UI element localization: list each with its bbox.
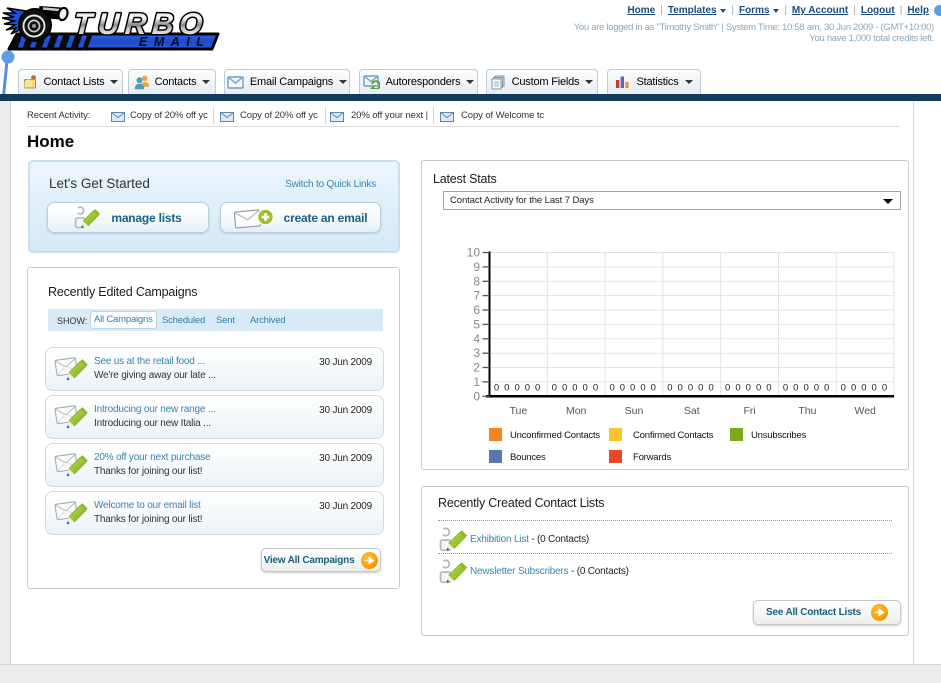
svg-text:0: 0: [535, 383, 540, 394]
svg-text:0: 0: [756, 383, 761, 394]
svg-text:Wed: Wed: [854, 405, 876, 417]
svg-text:Mon: Mon: [566, 405, 587, 417]
svg-text:0: 0: [851, 383, 856, 394]
svg-text:0: 0: [814, 383, 819, 394]
svg-text:0: 0: [494, 383, 499, 394]
svg-text:0: 0: [504, 383, 509, 394]
svg-text:0: 0: [640, 383, 645, 394]
svg-text:0: 0: [841, 383, 846, 394]
svg-text:Tue: Tue: [510, 405, 528, 417]
svg-text:5: 5: [473, 317, 480, 331]
svg-text:0: 0: [667, 383, 672, 394]
svg-text:Thu: Thu: [798, 405, 816, 417]
svg-text:6: 6: [473, 303, 480, 317]
svg-text:10: 10: [467, 246, 481, 260]
svg-text:0: 0: [688, 383, 693, 394]
svg-text:0: 0: [861, 383, 866, 394]
svg-text:0: 0: [698, 383, 703, 394]
svg-text:0: 0: [473, 389, 480, 403]
svg-text:0: 0: [525, 383, 530, 394]
svg-text:0: 0: [872, 383, 877, 394]
svg-text:2: 2: [473, 361, 480, 375]
svg-text:0: 0: [678, 383, 683, 394]
svg-text:4: 4: [473, 332, 480, 346]
svg-text:0: 0: [746, 383, 751, 394]
svg-text:0: 0: [514, 383, 519, 394]
svg-text:Fri: Fri: [743, 405, 755, 417]
svg-text:0: 0: [630, 383, 635, 394]
svg-text:0: 0: [735, 383, 740, 394]
svg-text:0: 0: [725, 383, 730, 394]
svg-text:0: 0: [620, 383, 625, 394]
svg-text:0: 0: [824, 383, 829, 394]
svg-text:1: 1: [473, 375, 480, 389]
svg-text:0: 0: [572, 383, 577, 394]
svg-text:Sat: Sat: [684, 405, 700, 417]
svg-text:0: 0: [583, 383, 588, 394]
svg-text:Sun: Sun: [625, 405, 644, 417]
svg-text:0: 0: [793, 383, 798, 394]
svg-text:0: 0: [803, 383, 808, 394]
svg-text:3: 3: [473, 346, 480, 360]
svg-text:0: 0: [766, 383, 771, 394]
svg-text:7: 7: [473, 289, 480, 303]
svg-text:0: 0: [609, 383, 614, 394]
svg-text:0: 0: [562, 383, 567, 394]
svg-text:9: 9: [473, 260, 480, 274]
svg-text:0: 0: [783, 383, 788, 394]
svg-text:TURBO: TURBO: [73, 8, 209, 41]
svg-text:8: 8: [473, 274, 480, 288]
svg-text:0: 0: [552, 383, 557, 394]
svg-text:0: 0: [651, 383, 656, 394]
svg-text:0: 0: [882, 383, 887, 394]
svg-text:0: 0: [708, 383, 713, 394]
svg-text:0: 0: [593, 383, 598, 394]
